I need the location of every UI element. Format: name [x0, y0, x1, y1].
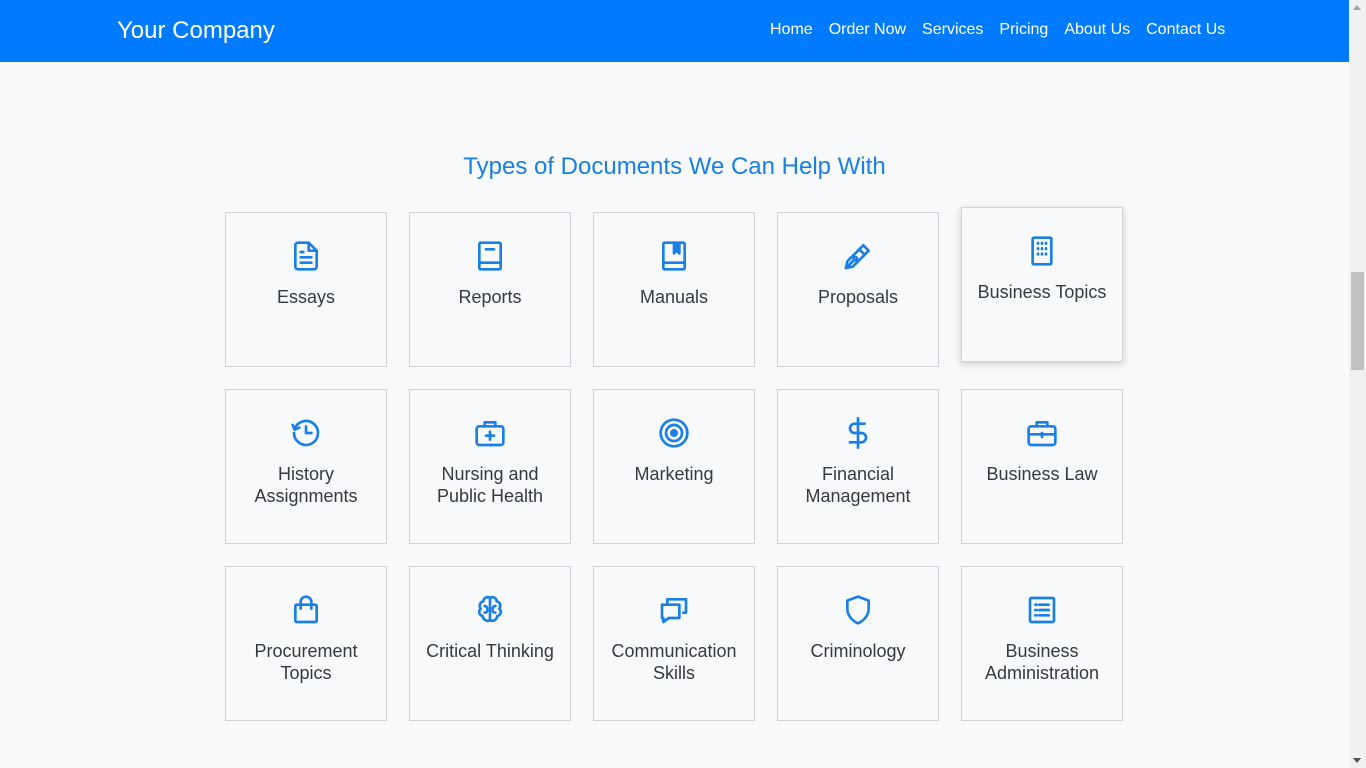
card-label: Procurement Topics [254, 641, 358, 683]
card-criminology[interactable]: Criminology [777, 566, 939, 721]
nav-link-home[interactable]: Home [762, 18, 821, 42]
nav-link-services[interactable]: Services [914, 18, 991, 42]
briefcase-icon [1026, 417, 1058, 449]
nav-link-order-now[interactable]: Order Now [821, 18, 914, 42]
card-label: Communication Skills [611, 641, 737, 683]
card-financial-management[interactable]: Financial Management [777, 389, 939, 544]
card-marketing[interactable]: Marketing [593, 389, 755, 544]
card-label: Nursing and Public Health [436, 464, 544, 506]
card-label: Reports [458, 287, 522, 307]
scroll-down-arrow-icon[interactable] [1353, 758, 1361, 763]
nav-link-contact-us[interactable]: Contact Us [1138, 18, 1233, 42]
card-procurement-topics[interactable]: Procurement Topics [225, 566, 387, 721]
shield-icon [842, 594, 874, 626]
card-label: History Assignments [254, 464, 358, 506]
card-label: Criminology [810, 641, 906, 661]
target-icon [658, 417, 690, 449]
card-business-law[interactable]: Business Law [961, 389, 1123, 544]
card-label: Critical Thinking [426, 641, 554, 661]
nav-link-about-us[interactable]: About Us [1056, 18, 1138, 42]
bookmark-book-icon [658, 240, 690, 272]
vertical-scrollbar[interactable] [1349, 0, 1366, 768]
dollar-icon [842, 417, 874, 449]
card-nursing-public-health[interactable]: Nursing and Public Health [409, 389, 571, 544]
nav-links: Home Order Now Services Pricing About Us… [762, 18, 1233, 42]
section-title: Types of Documents We Can Help With [463, 153, 886, 180]
card-label: Marketing [634, 464, 714, 484]
nav-link-pricing[interactable]: Pricing [991, 18, 1056, 42]
card-label: Business Administration [984, 641, 1100, 683]
shopping-bag-icon [290, 594, 322, 626]
chat-bubbles-icon [658, 594, 690, 626]
card-label: Essays [276, 287, 336, 307]
card-history-assignments[interactable]: History Assignments [225, 389, 387, 544]
medical-kit-icon [474, 417, 506, 449]
scrollbar-thumb[interactable] [1351, 272, 1364, 370]
scroll-up-arrow-icon[interactable] [1353, 5, 1361, 10]
card-label: Manuals [639, 287, 709, 307]
brain-icon [474, 594, 506, 626]
card-reports[interactable]: Reports [409, 212, 571, 367]
card-communication-skills[interactable]: Communication Skills [593, 566, 755, 721]
list-document-icon [1026, 594, 1058, 626]
card-proposals[interactable]: Proposals [777, 212, 939, 367]
card-label: Business Law [986, 464, 1098, 484]
card-critical-thinking[interactable]: Critical Thinking [409, 566, 571, 721]
brand-logo-link[interactable]: Your Company [117, 16, 275, 46]
building-icon [1026, 235, 1058, 267]
card-business-administration[interactable]: Business Administration [961, 566, 1123, 721]
card-label: Proposals [817, 287, 899, 307]
file-text-icon [290, 240, 322, 272]
document-types-grid: Essays Reports Manuals Proposals Busines… [225, 207, 1125, 723]
card-label: Financial Management [805, 464, 911, 506]
card-business-topics[interactable]: Business Topics [961, 207, 1123, 362]
card-manuals[interactable]: Manuals [593, 212, 755, 367]
history-clock-icon [290, 417, 322, 449]
top-navbar: Your Company Home Order Now Services Pri… [0, 0, 1349, 62]
card-essays[interactable]: Essays [225, 212, 387, 367]
card-label: Business Topics [977, 282, 1107, 302]
book-icon [474, 240, 506, 272]
pen-nib-icon [842, 240, 874, 272]
